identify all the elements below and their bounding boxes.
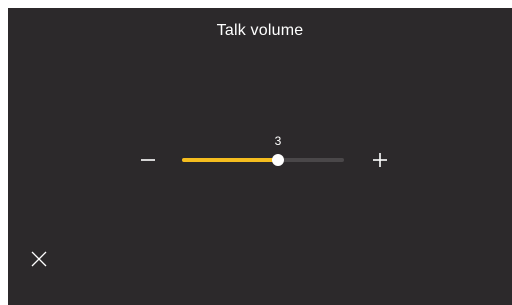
decrease-volume-button[interactable] xyxy=(138,150,158,170)
volume-value-label: 3 xyxy=(274,134,282,148)
slider-thumb[interactable] xyxy=(272,154,284,166)
close-icon xyxy=(31,251,47,267)
volume-slider[interactable] xyxy=(182,148,344,172)
slider-fill xyxy=(182,158,278,162)
talk-volume-screen: Talk volume 3 xyxy=(8,8,512,305)
close-button[interactable] xyxy=(30,250,48,268)
page-title: Talk volume xyxy=(216,22,304,39)
increase-volume-button[interactable] xyxy=(370,150,390,170)
minus-icon xyxy=(141,159,155,161)
plus-icon xyxy=(373,153,387,167)
